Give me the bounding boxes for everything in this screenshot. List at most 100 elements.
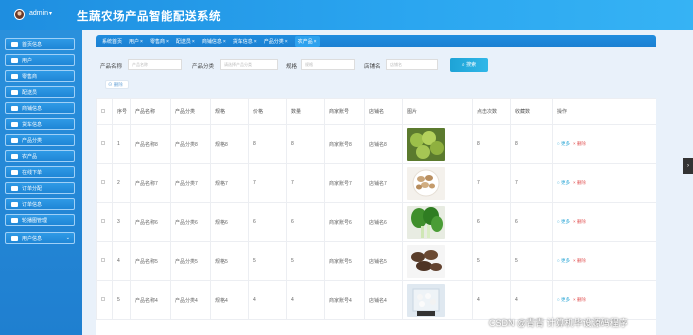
row-checkbox[interactable] <box>101 180 105 184</box>
shop-input[interactable]: 店铺名 <box>386 59 438 70</box>
side-toggle-button[interactable]: › <box>683 158 693 174</box>
sidebar-item-label: 农产品 <box>22 153 38 160</box>
tab[interactable]: 产品分类× <box>264 38 288 45</box>
product-image <box>407 127 472 161</box>
cell-product-name: 产品名称8 <box>130 124 171 164</box>
row-checkbox[interactable] <box>101 219 105 223</box>
chevron-down-icon[interactable]: ▾ <box>49 10 52 17</box>
tab[interactable]: 农产品× <box>294 35 320 47</box>
row-checkbox[interactable] <box>101 258 105 262</box>
menu-icon <box>11 153 18 159</box>
cell-merchant: 商家账号7 <box>324 163 365 203</box>
tab[interactable]: 用户× <box>129 38 143 45</box>
close-icon[interactable]: × <box>314 39 317 45</box>
column-header: 图片 <box>402 98 473 125</box>
tab[interactable]: 配送员× <box>176 38 195 45</box>
table-row[interactable]: 4 产品名称5 产品分类5 规格5 5 5 商家账号5 店铺名5 5 5 ○ 更多 × 删除 <box>96 241 656 281</box>
tab[interactable]: 零售商× <box>150 38 169 45</box>
sidebar-item[interactable]: 农产品 <box>5 150 75 162</box>
table-row[interactable]: 3 产品名称6 产品分类6 规格6 6 6 商家账号6 店铺名6 6 6 ○ 更多 × 删除 <box>96 202 656 242</box>
edit-button[interactable]: ○ 更多 <box>557 297 570 302</box>
column-header: 序号 <box>112 98 131 125</box>
select-all-checkbox[interactable] <box>101 108 105 113</box>
cell-price: 6 <box>248 202 287 242</box>
close-icon[interactable]: × <box>166 39 169 45</box>
edit-button[interactable]: ○ 更多 <box>557 258 570 263</box>
tab-label: 用户 <box>129 38 140 45</box>
column-header: 规格 <box>210 98 249 125</box>
close-icon[interactable]: × <box>254 39 257 45</box>
menu-icon <box>11 169 18 175</box>
delete-button[interactable]: × 删除 <box>573 297 586 302</box>
cell-merchant: 商家账号5 <box>324 241 365 281</box>
top-bar: admin ▾ 生蔬农场产品智能配送系统 <box>0 0 693 30</box>
cell-shop: 店铺名5 <box>364 241 403 281</box>
product-image <box>407 205 472 239</box>
batch-delete-button[interactable]: ⊖ 删除 <box>105 80 129 89</box>
close-icon[interactable]: × <box>223 39 226 45</box>
sidebar-item[interactable]: 零售商 <box>5 70 75 82</box>
cell-spec: 规格5 <box>210 241 249 281</box>
sidebar-item[interactable]: 用户信息 ⌄ <box>5 232 75 244</box>
cell-favorites: 7 <box>510 163 553 203</box>
tab[interactable]: 货车信息× <box>233 38 257 45</box>
sidebar-item[interactable]: 商铺信息 <box>5 102 75 114</box>
cell-product-name: 产品名称4 <box>130 280 171 320</box>
delete-button[interactable]: × 删除 <box>573 219 586 224</box>
cell-shop: 店铺名8 <box>364 124 403 164</box>
table-row[interactable]: 5 产品名称4 产品分类4 规格4 4 4 商家账号4 店铺名4 4 4 ○ 更多 × 删除 <box>96 280 656 320</box>
sidebar-item[interactable]: 货车信息 <box>5 118 75 130</box>
sidebar-item[interactable]: 配送员 <box>5 86 75 98</box>
cell-price: 5 <box>248 241 287 281</box>
row-checkbox-cell[interactable] <box>96 163 113 203</box>
row-checkbox[interactable] <box>101 297 105 301</box>
delete-button[interactable]: × 删除 <box>573 141 586 146</box>
cell-favorites: 8 <box>510 124 553 164</box>
column-header: 商家账号 <box>324 98 365 125</box>
row-checkbox[interactable] <box>101 141 105 145</box>
delete-button[interactable]: × 删除 <box>573 180 586 185</box>
column-header: 操作 <box>552 98 656 125</box>
product-name-input[interactable]: 产品名称 <box>128 59 182 70</box>
spec-input[interactable]: 规格 <box>301 59 355 70</box>
cell-category: 产品分类7 <box>170 163 211 203</box>
sidebar-item[interactable]: 订单分配 <box>5 182 75 194</box>
menu-icon <box>11 185 18 191</box>
row-checkbox-cell[interactable] <box>96 280 113 320</box>
cell-quantity: 8 <box>286 124 325 164</box>
close-icon[interactable]: × <box>285 39 288 45</box>
tab-label: 商铺信息 <box>201 38 222 45</box>
cell-merchant: 商家账号6 <box>324 202 365 242</box>
close-icon[interactable]: × <box>140 39 143 45</box>
sidebar-item[interactable]: 订单信息 <box>5 198 75 210</box>
search-button[interactable]: ⌕ 搜索 <box>450 58 488 72</box>
sidebar-item[interactable]: 轮播图管理 <box>5 214 75 226</box>
user-name[interactable]: admin <box>29 10 48 17</box>
edit-button[interactable]: ○ 更多 <box>557 219 570 224</box>
delete-button[interactable]: × 删除 <box>573 258 586 263</box>
table-row[interactable]: 1 产品名称8 产品分类8 规格8 8 8 商家账号8 店铺名8 8 8 ○ 更多 × 删除 <box>96 124 656 164</box>
product-image <box>407 244 472 278</box>
column-header[interactable] <box>96 98 113 125</box>
cell-product-name: 产品名称7 <box>130 163 171 203</box>
table-row[interactable]: 2 产品名称7 产品分类7 规格7 7 7 商家账号7 店铺名7 7 7 ○ 更多 × 删除 <box>96 163 656 203</box>
row-checkbox-cell[interactable] <box>96 202 113 242</box>
sidebar-item[interactable]: 用户 <box>5 54 75 66</box>
edit-button[interactable]: ○ 更多 <box>557 180 570 185</box>
tab-label: 配送员 <box>175 38 191 45</box>
cell-index: 1 <box>112 124 131 164</box>
menu-icon <box>11 201 18 207</box>
category-select[interactable]: 请选择产品分类 <box>220 59 278 70</box>
tab[interactable]: 系统首页 <box>102 38 122 45</box>
row-checkbox-cell[interactable] <box>96 124 113 164</box>
sidebar-item[interactable]: 产品分类 <box>5 134 75 146</box>
close-icon[interactable]: × <box>192 39 195 45</box>
sidebar-item[interactable]: 在线下单 <box>5 166 75 178</box>
row-checkbox-cell[interactable] <box>96 241 113 281</box>
cell-spec: 规格8 <box>210 124 249 164</box>
tab[interactable]: 商铺信息× <box>202 38 226 45</box>
avatar[interactable] <box>14 9 25 20</box>
edit-button[interactable]: ○ 更多 <box>557 141 570 146</box>
sidebar-item[interactable]: 首页信息 <box>5 38 75 50</box>
cell-quantity: 7 <box>286 163 325 203</box>
